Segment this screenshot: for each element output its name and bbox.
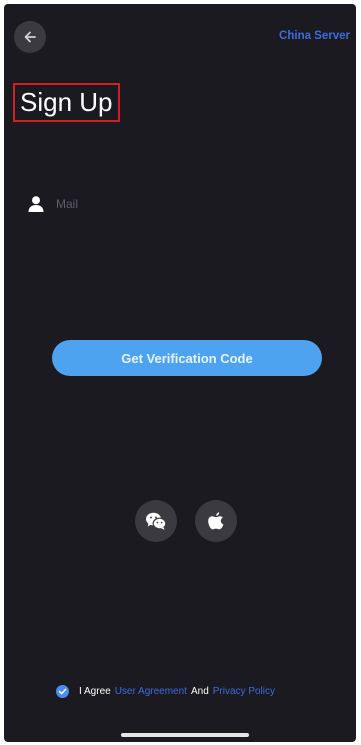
apple-login-button[interactable] xyxy=(195,500,237,542)
agreement-row: I Agree User Agreement And Privacy Polic… xyxy=(56,682,275,700)
back-button[interactable] xyxy=(14,21,46,53)
wechat-login-button[interactable] xyxy=(135,500,177,542)
checkmark-icon xyxy=(58,688,67,694)
mail-field-row xyxy=(26,190,336,218)
apple-icon xyxy=(208,512,224,530)
privacy-policy-link[interactable]: Privacy Policy xyxy=(213,686,275,697)
agree-checkbox[interactable] xyxy=(56,684,69,698)
user-icon xyxy=(26,194,46,214)
sign-up-screen: China Server Sign Up Get Verification Co… xyxy=(4,4,356,742)
china-server-link[interactable]: China Server xyxy=(279,30,350,42)
mail-input[interactable] xyxy=(56,192,336,216)
arrow-left-icon xyxy=(24,31,36,43)
agree-prefix: I Agree xyxy=(79,685,111,697)
page-title: Sign Up xyxy=(13,83,120,122)
get-verification-code-button[interactable]: Get Verification Code xyxy=(52,340,322,376)
user-agreement-link[interactable]: User Agreement xyxy=(115,686,187,697)
agree-conjunction: And xyxy=(190,685,209,697)
wechat-icon xyxy=(146,512,167,530)
home-indicator xyxy=(121,733,249,737)
